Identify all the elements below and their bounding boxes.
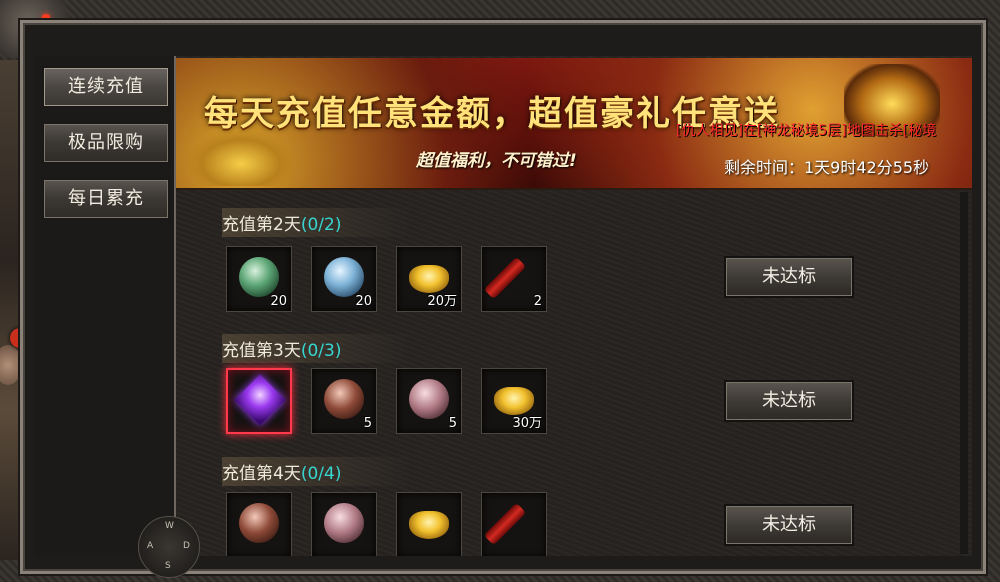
gold-ingots-icon <box>186 130 296 186</box>
joystick-d-label: D <box>183 541 190 551</box>
banner-subtitle: 超值福利，不可错过! <box>416 151 577 171</box>
item-quantity: 5 <box>448 416 457 431</box>
row-day-label: 充值第2天 <box>222 215 301 235</box>
claim-button[interactable]: 未达标 <box>724 504 854 546</box>
reward-slot[interactable]: 20万 <box>396 246 462 312</box>
reward-slot[interactable]: 30万 <box>481 368 547 434</box>
promo-banner: 每天充值任意金额，超值豪礼任意送 超值福利，不可错过! [仇人相见]在[神龙秘境… <box>176 58 972 190</box>
joystick-w-label: W <box>165 521 174 531</box>
brown-gem-icon <box>239 503 279 543</box>
content-area: 每天充值任意金额，超值豪礼任意送 超值福利，不可错过! [仇人相见]在[神龙秘境… <box>176 56 972 556</box>
scrollbar[interactable] <box>960 192 968 554</box>
brown-gem-icon <box>324 379 364 419</box>
row-title: 充值第3天(0/3) <box>222 334 412 363</box>
gold-ingot-icon <box>409 511 449 539</box>
item-quantity: 5 <box>363 416 372 431</box>
red-scroll-icon <box>483 502 527 546</box>
item-quantity: 30万 <box>512 416 542 431</box>
gold-ingot-icon <box>494 387 534 415</box>
row-progress: (0/4) <box>300 464 342 484</box>
reward-slot[interactable]: 5 <box>311 368 377 434</box>
window-frame: 1 连续充值 极品限购 每日累充 每天充值任意金额，超值豪礼任意送 超值福利，不… <box>0 0 1000 582</box>
purple-gem-icon <box>234 374 286 426</box>
gold-ingot-icon <box>409 265 449 293</box>
background-scene <box>0 60 22 560</box>
blue-gem-icon <box>324 257 364 297</box>
reward-slot[interactable]: 5 <box>396 368 462 434</box>
movement-joystick[interactable]: W A D S <box>138 516 200 578</box>
red-scroll-icon <box>483 256 527 300</box>
joystick-a-label: A <box>147 541 154 551</box>
claim-button[interactable]: 未达标 <box>724 256 854 298</box>
sidebar-item-consecutive-recharge[interactable]: 连续充值 <box>42 66 170 108</box>
reward-slot[interactable]: 2 <box>481 246 547 312</box>
reward-slot[interactable] <box>226 492 292 556</box>
reward-slot[interactable] <box>311 492 377 556</box>
reward-slot[interactable] <box>481 492 547 556</box>
item-quantity: 20 <box>355 294 372 309</box>
reward-slot[interactable]: 20 <box>311 246 377 312</box>
row-day-label: 充值第4天 <box>222 464 301 484</box>
reward-slot[interactable] <box>396 492 462 556</box>
row-progress: (0/2) <box>300 215 342 235</box>
green-gem-icon <box>239 257 279 297</box>
sidebar-item-limited-purchase[interactable]: 极品限购 <box>42 122 170 164</box>
claim-button[interactable]: 未达标 <box>724 380 854 422</box>
item-quantity: 2 <box>533 294 542 309</box>
countdown-timer: 剩余时间：1天9时42分55秒 <box>724 158 930 177</box>
pink-gem-icon <box>324 503 364 543</box>
row-title: 充值第2天(0/2) <box>222 208 412 237</box>
pink-gem-icon <box>409 379 449 419</box>
system-ticker: [仇人相见]在[神龙秘境5层]地图击杀[秘境 <box>676 123 937 139</box>
row-day-label: 充值第3天 <box>222 341 301 361</box>
item-quantity: 20 <box>270 294 287 309</box>
sidebar-item-daily-recharge[interactable]: 每日累充 <box>42 178 170 220</box>
sidebar: 连续充值 极品限购 每日累充 <box>34 56 176 556</box>
row-title: 充值第4天(0/4) <box>222 457 412 486</box>
reward-slot-selected[interactable] <box>226 368 292 434</box>
reward-slot[interactable]: 20 <box>226 246 292 312</box>
joystick-s-label: S <box>165 561 171 571</box>
row-progress: (0/3) <box>300 341 342 361</box>
item-quantity: 20万 <box>427 294 457 309</box>
